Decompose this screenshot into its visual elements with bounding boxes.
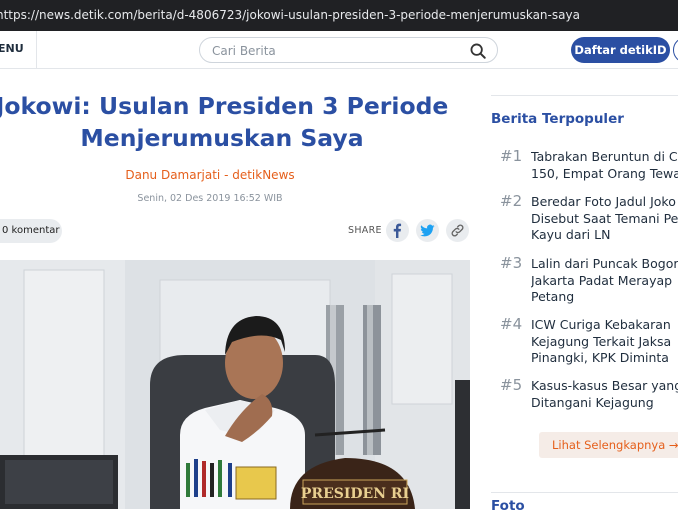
sidebar-divider xyxy=(491,95,678,96)
search-input[interactable] xyxy=(212,42,462,59)
rank-3: #3 xyxy=(500,254,523,272)
twitter-share-button[interactable] xyxy=(416,219,439,242)
search-box[interactable] xyxy=(199,37,498,63)
popular-item-4[interactable]: ICW Curiga Kebakaran Kejagung Terkait Ja… xyxy=(531,317,678,367)
popular-item-5[interactable]: Kasus-kasus Besar yang Ditangani Kejagun… xyxy=(531,378,678,411)
facebook-icon xyxy=(393,223,402,238)
user-circle-icon[interactable] xyxy=(673,37,678,63)
rank-1: #1 xyxy=(500,147,523,165)
share-label: SHARE xyxy=(348,225,382,236)
popular-item-1[interactable]: Tabrakan Beruntun di C 150, Empat Orang … xyxy=(531,149,678,182)
article-date: Senin, 02 Des 2019 16:52 WIB xyxy=(137,193,283,204)
article-author[interactable]: Danu Damarjati - detikNews xyxy=(60,168,360,182)
site-header: ENU Daftar detikID xyxy=(0,31,678,69)
rank-2: #2 xyxy=(500,192,523,210)
foto-section-title: Foto xyxy=(491,498,525,514)
signup-button[interactable]: Daftar detikID xyxy=(571,37,670,63)
search-icon[interactable] xyxy=(469,42,487,60)
article-title: Jokowi: Usulan Presiden 3 Periode Menjer… xyxy=(0,92,449,152)
facebook-share-button[interactable] xyxy=(386,219,409,242)
photo-illustration: PRESIDEN RI xyxy=(0,260,470,509)
rank-4: #4 xyxy=(500,315,523,333)
browser-address-bar[interactable]: https://news.detik.com/berita/d-4806723/… xyxy=(0,0,678,31)
menu-button[interactable]: ENU xyxy=(0,42,24,55)
photo-caption-text: PRESIDEN RI xyxy=(301,486,409,502)
comment-label: 0 komentar xyxy=(2,225,60,236)
url-text[interactable]: https://news.detik.com/berita/d-4806723/… xyxy=(0,0,580,31)
copy-link-button[interactable] xyxy=(446,219,469,242)
article-photo: PRESIDEN RI xyxy=(0,260,470,509)
see-more-button[interactable]: Lihat Selengkapnya → xyxy=(539,432,678,458)
twitter-icon xyxy=(420,224,435,237)
popular-item-2[interactable]: Beredar Foto Jadul Joko Disebut Saat Tem… xyxy=(531,194,678,244)
sidebar-title: Berita Terpopuler xyxy=(491,111,624,127)
foto-divider xyxy=(491,492,678,493)
rank-5: #5 xyxy=(500,376,523,394)
link-icon xyxy=(451,224,464,237)
header-divider xyxy=(36,31,37,68)
popular-item-3[interactable]: Lalin dari Puncak Bogor Jakarta Padat Me… xyxy=(531,256,678,306)
comment-button[interactable]: 0 komentar xyxy=(0,219,62,243)
